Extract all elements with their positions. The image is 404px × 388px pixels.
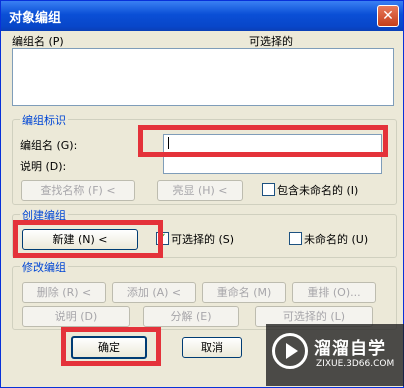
highlight-box-name-input — [138, 125, 388, 157]
watermark: 溜溜自学 ZIXUE.3D66.COM — [266, 324, 404, 386]
reorder-button[interactable]: 重排 (O)... — [292, 282, 376, 303]
description-button[interactable]: 说明 (D) — [22, 306, 130, 327]
add-button[interactable]: 添加 (A) < — [112, 282, 196, 303]
unnamed-label: 未命名的 (U) — [304, 233, 369, 246]
close-button[interactable]: ✕ — [377, 5, 399, 27]
unnamed-checkbox[interactable] — [289, 232, 302, 245]
highlight-box-new-button — [13, 220, 163, 258]
selectable-label: 可选择的 (S) — [171, 233, 235, 246]
explode-button[interactable]: 分解 (E) — [143, 306, 239, 327]
play-logo-icon — [272, 333, 308, 369]
window-title: 对象编组 — [9, 11, 62, 26]
remove-button[interactable]: 删除 (R) < — [22, 282, 106, 303]
id-group-title: 编组标识 — [20, 112, 68, 128]
watermark-name: 溜溜自学 — [314, 339, 386, 359]
find-name-button[interactable]: 查找名称 (F) < — [21, 180, 135, 201]
highlight-box-ok-button — [61, 327, 161, 366]
description-label: 说明 (D): — [20, 160, 67, 173]
list-header-selectable[interactable]: 可选择的 — [249, 33, 293, 49]
group-list[interactable] — [12, 48, 394, 106]
watermark-url: ZIXUE.3D66.COM — [316, 359, 395, 369]
group-name-label: 编组名 (G): — [20, 139, 78, 152]
highlight-button[interactable]: 亮显 (H) < — [157, 180, 243, 201]
modify-group-title: 修改编组 — [20, 259, 68, 275]
description-input[interactable] — [163, 155, 382, 174]
rename-button[interactable]: 重命名 (M) — [202, 282, 286, 303]
list-header-name[interactable]: 编组名 (P) — [12, 33, 64, 49]
dialog-window: 对象编组 ✕ 编组名 (P) 可选择的 编组标识 编组名 (G): 说明 (D)… — [0, 0, 404, 388]
include-unnamed-checkbox[interactable] — [262, 183, 275, 196]
title-bar[interactable]: 对象编组 ✕ — [1, 1, 403, 31]
cancel-button[interactable]: 取消 — [182, 337, 242, 358]
include-unnamed-label: 包含未命名的 (I) — [277, 184, 359, 197]
